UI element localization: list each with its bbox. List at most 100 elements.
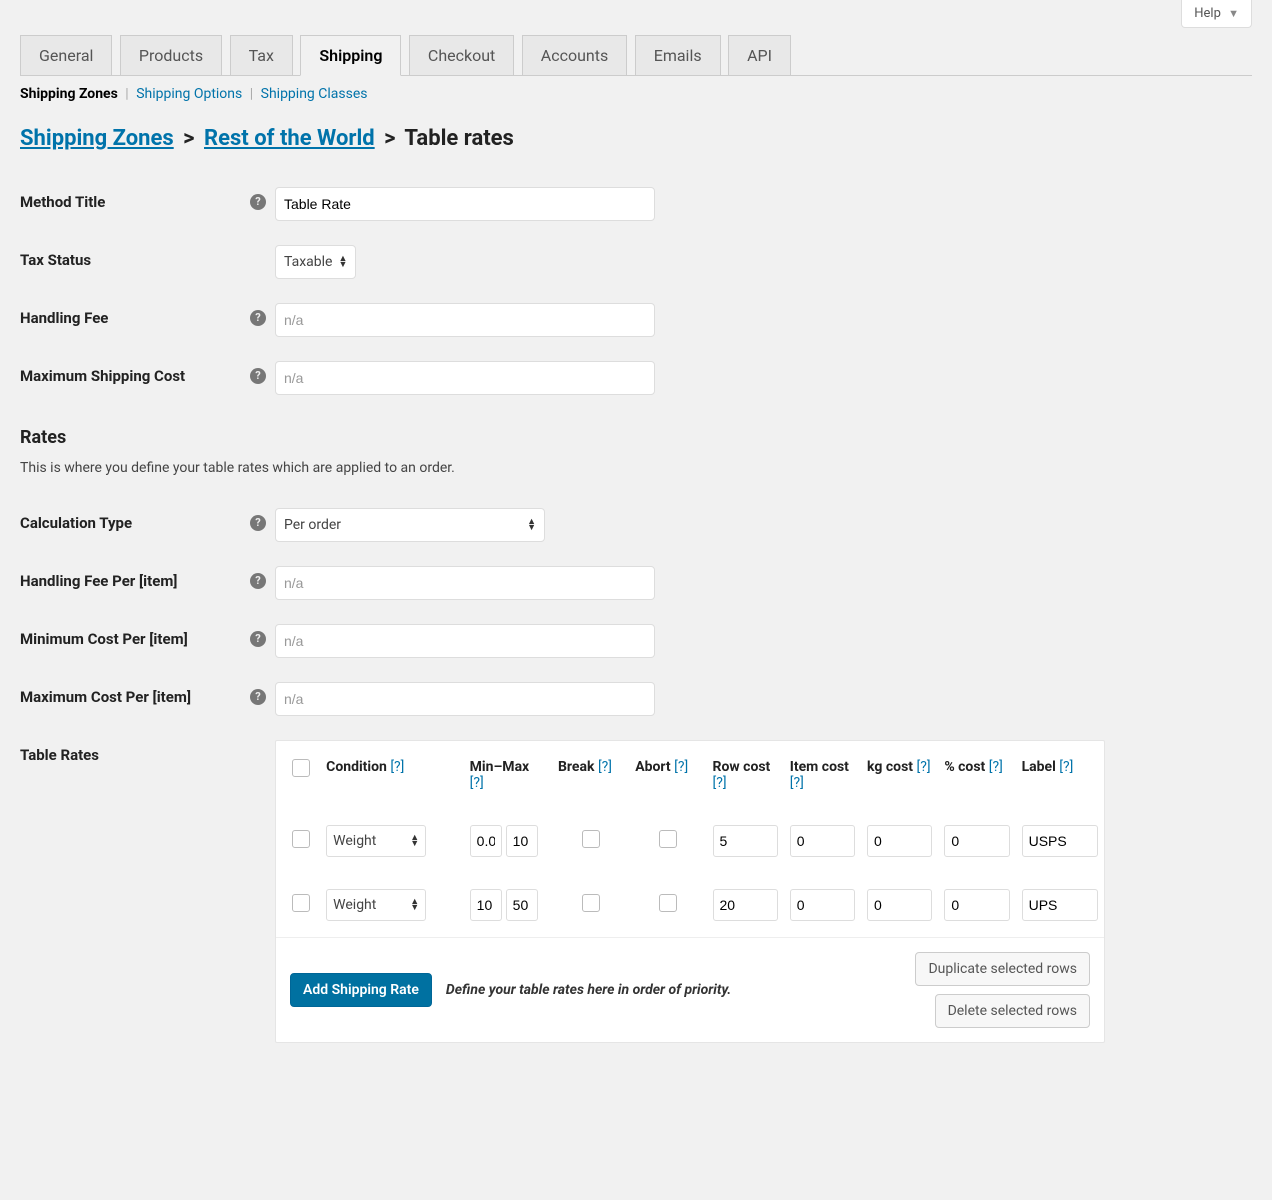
- condition-value: Weight: [333, 897, 376, 913]
- add-shipping-rate-button[interactable]: Add Shipping Rate: [290, 973, 432, 1007]
- help-tab-label: Help: [1194, 6, 1221, 21]
- item-cost-input[interactable]: [790, 825, 855, 857]
- tab-accounts[interactable]: Accounts: [522, 35, 627, 75]
- help-link[interactable]: [?]: [470, 775, 484, 791]
- th-minmax: Min–Max: [470, 759, 530, 775]
- sort-arrows-icon: ▲▼: [410, 835, 419, 847]
- rates-desc: This is where you define your table rate…: [20, 460, 1252, 476]
- delete-rows-button[interactable]: Delete selected rows: [935, 994, 1090, 1028]
- help-link[interactable]: [?]: [790, 775, 804, 791]
- breadcrumb-zone[interactable]: Rest of the World: [204, 126, 375, 151]
- max-cost-per-input[interactable]: [275, 682, 655, 716]
- row-cost-input[interactable]: [713, 889, 778, 921]
- row-cost-input[interactable]: [713, 825, 778, 857]
- condition-select[interactable]: Weight ▲▼: [326, 825, 426, 857]
- help-link[interactable]: [?]: [989, 759, 1003, 775]
- condition-value: Weight: [333, 833, 376, 849]
- th-row-cost: Row cost: [713, 759, 771, 775]
- min-cost-per-label: Minimum Cost Per [item]: [20, 612, 250, 670]
- th-condition: Condition: [326, 759, 387, 775]
- breadcrumb: Shipping Zones > Rest of the World > Tab…: [20, 126, 1252, 151]
- tab-api[interactable]: API: [728, 35, 791, 75]
- kg-cost-input[interactable]: [867, 825, 932, 857]
- th-pct-cost: % cost: [944, 759, 985, 775]
- handling-fee-input[interactable]: [275, 303, 655, 337]
- th-kg-cost: kg cost: [867, 759, 913, 775]
- chevron-down-icon: ▼: [1228, 7, 1239, 20]
- sort-arrows-icon: ▲▼: [338, 256, 347, 268]
- tax-status-value: Taxable: [284, 254, 332, 270]
- duplicate-rows-button[interactable]: Duplicate selected rows: [915, 952, 1090, 986]
- handling-fee-per-input[interactable]: [275, 566, 655, 600]
- shipping-subtabs: Shipping Zones | Shipping Options | Ship…: [20, 76, 1252, 112]
- subtab-zones[interactable]: Shipping Zones: [20, 86, 118, 102]
- max-input[interactable]: [506, 889, 538, 921]
- label-input[interactable]: [1022, 889, 1098, 921]
- subtab-options[interactable]: Shipping Options: [136, 86, 242, 102]
- tab-general[interactable]: General: [20, 35, 112, 75]
- table-rates-panel: Condition [?] Min–Max [?] Break [?] Abor…: [275, 740, 1105, 1043]
- sort-arrows-icon: ▲▼: [527, 519, 536, 531]
- tab-tax[interactable]: Tax: [230, 35, 293, 75]
- breadcrumb-leaf: Table rates: [404, 126, 513, 151]
- help-icon[interactable]: ?: [250, 573, 266, 589]
- max-input[interactable]: [506, 825, 538, 857]
- help-icon[interactable]: ?: [250, 194, 266, 210]
- table-row: Weight▲▼: [276, 873, 1104, 937]
- th-break: Break: [558, 759, 594, 775]
- subtab-classes[interactable]: Shipping Classes: [261, 86, 368, 102]
- min-input[interactable]: [470, 825, 502, 857]
- help-link[interactable]: [?]: [713, 775, 727, 791]
- handling-fee-label: Handling Fee: [20, 291, 250, 349]
- min-input[interactable]: [470, 889, 502, 921]
- pct-cost-input[interactable]: [944, 825, 1009, 857]
- help-icon[interactable]: ?: [250, 368, 266, 384]
- max-shipping-cost-label: Maximum Shipping Cost: [20, 349, 250, 407]
- select-all-checkbox[interactable]: [292, 759, 310, 777]
- th-label: Label: [1022, 759, 1056, 775]
- help-link[interactable]: [?]: [390, 759, 404, 775]
- method-title-label: Method Title: [20, 175, 250, 233]
- min-cost-per-input[interactable]: [275, 624, 655, 658]
- kg-cost-input[interactable]: [867, 889, 932, 921]
- max-cost-per-label: Maximum Cost Per [item]: [20, 670, 250, 728]
- tab-checkout[interactable]: Checkout: [409, 35, 514, 75]
- th-item-cost: Item cost: [790, 759, 849, 775]
- abort-checkbox[interactable]: [659, 894, 677, 912]
- break-checkbox[interactable]: [582, 830, 600, 848]
- help-link[interactable]: [?]: [674, 759, 688, 775]
- help-icon[interactable]: ?: [250, 515, 266, 531]
- help-link[interactable]: [?]: [916, 759, 930, 775]
- break-checkbox[interactable]: [582, 894, 600, 912]
- calc-type-label: Calculation Type: [20, 496, 250, 554]
- tab-products[interactable]: Products: [120, 35, 222, 75]
- condition-select[interactable]: Weight▲▼: [326, 889, 426, 921]
- calc-type-select[interactable]: Per order ▲▼: [275, 508, 545, 542]
- tax-status-label: Tax Status: [20, 233, 250, 291]
- help-icon[interactable]: ?: [250, 631, 266, 647]
- row-select-checkbox[interactable]: [292, 830, 310, 848]
- tab-emails[interactable]: Emails: [635, 35, 721, 75]
- tab-shipping[interactable]: Shipping: [300, 35, 401, 76]
- help-link[interactable]: [?]: [1059, 759, 1073, 775]
- th-abort: Abort: [635, 759, 670, 775]
- item-cost-input[interactable]: [790, 889, 855, 921]
- table-row: Weight ▲▼: [276, 809, 1104, 873]
- help-link[interactable]: [?]: [598, 759, 612, 775]
- max-shipping-cost-input[interactable]: [275, 361, 655, 395]
- label-input[interactable]: [1022, 825, 1098, 857]
- pct-cost-input[interactable]: [944, 889, 1009, 921]
- abort-checkbox[interactable]: [659, 830, 677, 848]
- handling-fee-per-label: Handling Fee Per [item]: [20, 554, 250, 612]
- help-tab[interactable]: Help ▼: [1181, 0, 1252, 28]
- rates-footer-note: Define your table rates here in order of…: [446, 982, 902, 998]
- row-select-checkbox[interactable]: [292, 894, 310, 912]
- breadcrumb-root[interactable]: Shipping Zones: [20, 126, 174, 151]
- method-title-input[interactable]: [275, 187, 655, 221]
- help-icon[interactable]: ?: [250, 310, 266, 326]
- help-icon[interactable]: ?: [250, 689, 266, 705]
- tax-status-select[interactable]: Taxable ▲▼: [275, 245, 356, 279]
- rates-heading: Rates: [20, 427, 1252, 448]
- settings-tabs: General Products Tax Shipping Checkout A…: [20, 34, 1252, 76]
- table-rates-label: Table Rates: [20, 728, 250, 1055]
